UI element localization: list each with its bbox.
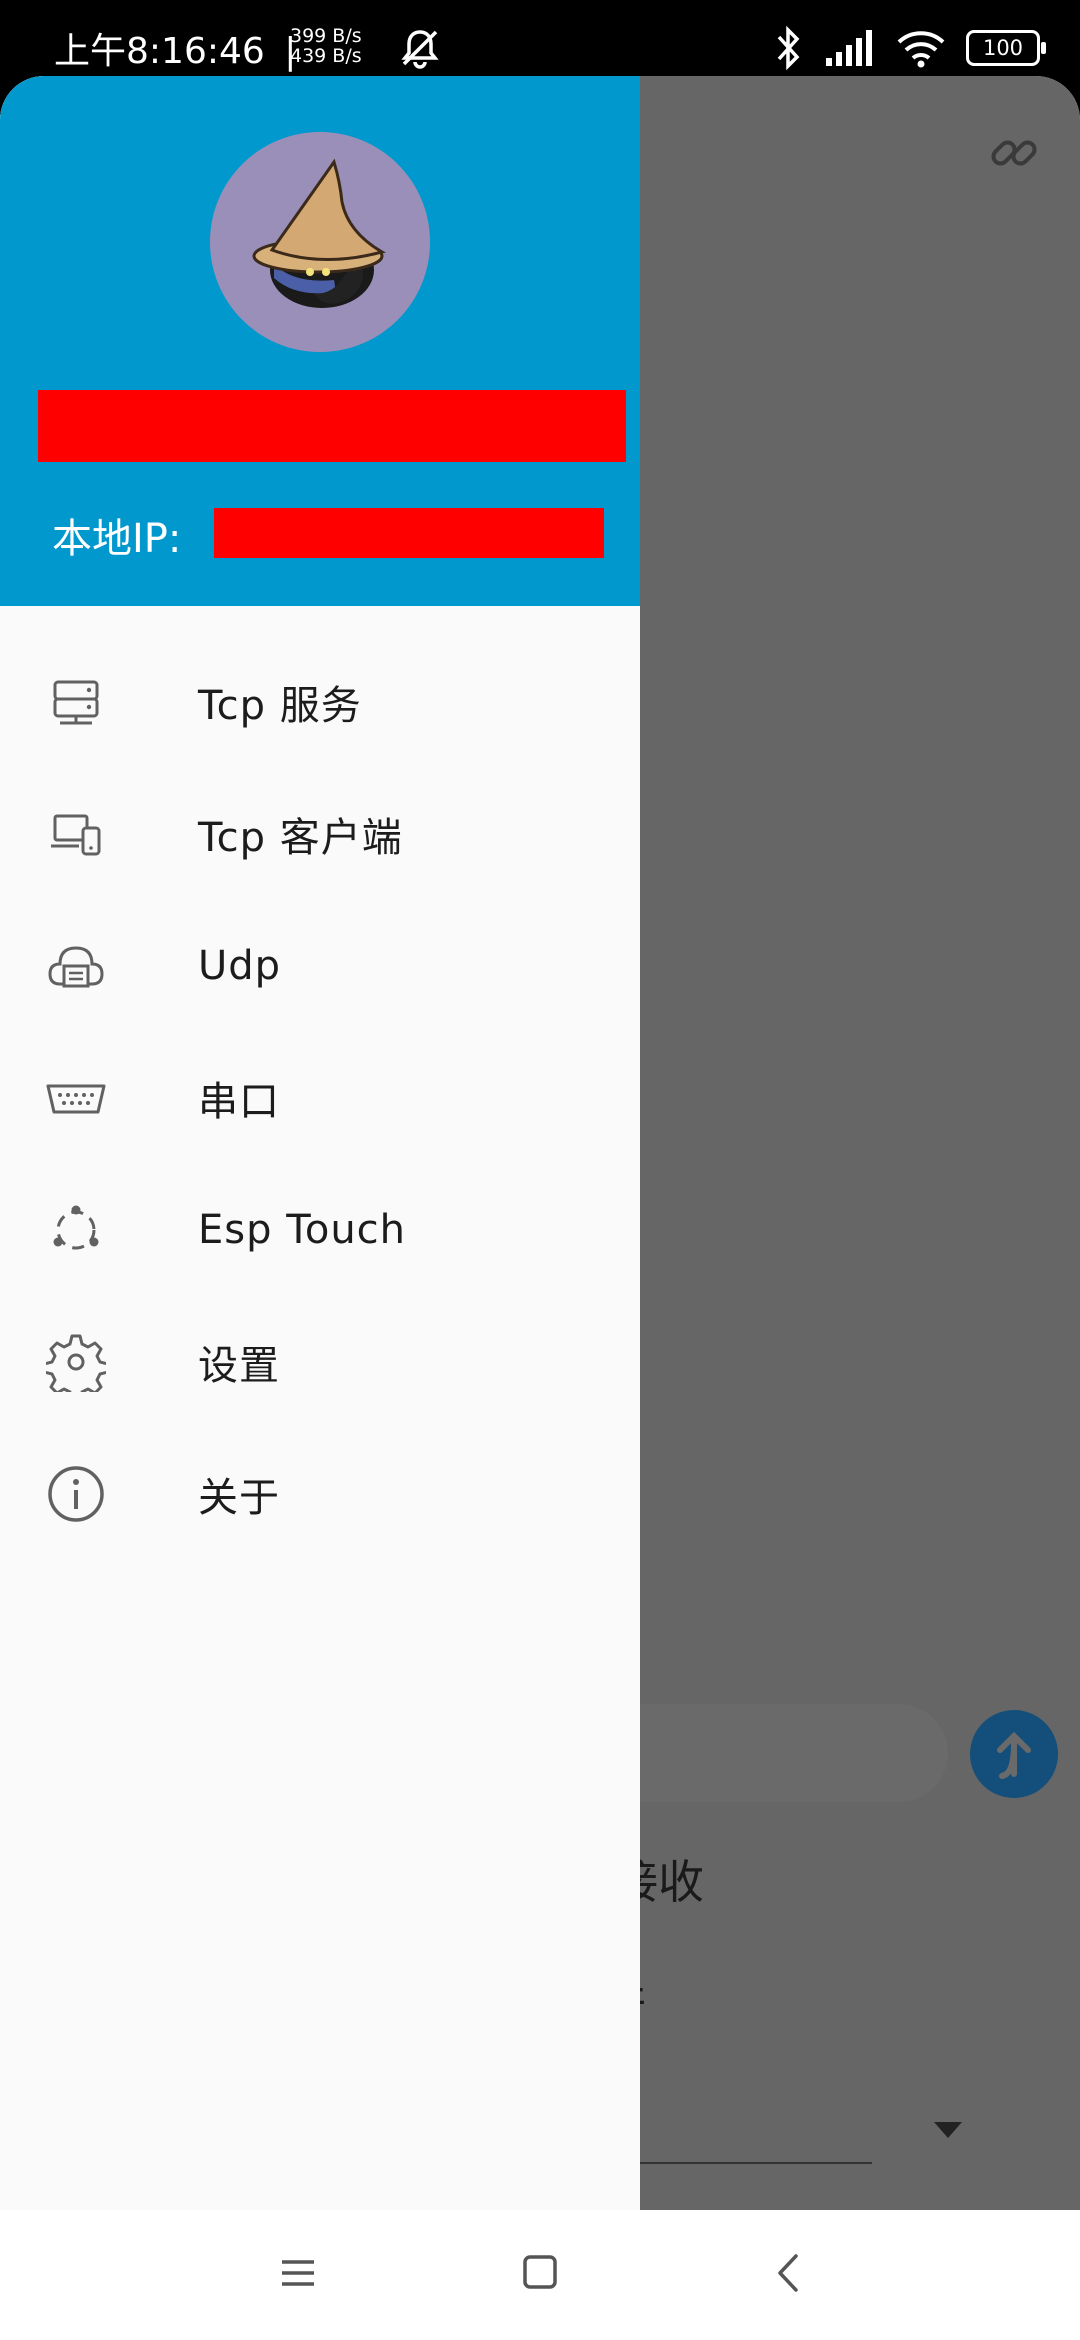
menu-item-tcp-server[interactable]: Tcp 服务 — [0, 636, 640, 768]
menu-icon[interactable] — [278, 2248, 318, 2298]
wizard-avatar-image — [210, 132, 430, 352]
menu-label-serial: 串口 — [198, 1079, 280, 1125]
select-underline — [600, 2162, 872, 2164]
signal-icon — [826, 30, 872, 66]
redacted-username — [38, 390, 626, 462]
printer-cloud-icon — [44, 934, 108, 998]
avatar[interactable] — [210, 132, 430, 352]
menu-item-settings[interactable]: 设置 — [0, 1296, 640, 1428]
status-icons: 100 — [774, 20, 1046, 76]
menu-label-tcp-server: Tcp 服务 — [198, 683, 362, 729]
network-speed: 399 B/s 439 B/s — [290, 26, 362, 66]
menu-label-about: 关于 — [198, 1475, 280, 1521]
gear-icon — [44, 1330, 108, 1394]
navigation-drawer: 本地IP: Tcp 服务 Tcp 客户端 Udp 串口 Esp Touch 设置… — [0, 76, 640, 2210]
drawer-menu: Tcp 服务 Tcp 客户端 Udp 串口 Esp Touch 设置 关于 — [0, 636, 640, 1560]
app-screen: 进制接收 行 本地IP: — [0, 76, 1080, 2210]
battery-level: 100 — [982, 36, 1024, 60]
serial-port-icon — [44, 1066, 108, 1130]
menu-label-esp-touch: Esp Touch — [198, 1207, 407, 1253]
link-off-icon[interactable] — [986, 126, 1042, 182]
menu-item-about[interactable]: 关于 — [0, 1428, 640, 1560]
bluetooth-icon — [777, 25, 800, 71]
battery-icon: 100 — [966, 30, 1046, 66]
menu-label-udp: Udp — [198, 943, 282, 989]
drawer-header: 本地IP: — [0, 76, 640, 606]
home-square-icon[interactable] — [520, 2248, 560, 2298]
system-navigation-bar — [0, 2210, 1080, 2340]
redacted-ip-value — [214, 508, 604, 558]
menu-item-serial[interactable]: 串口 — [0, 1032, 640, 1164]
dropdown-arrow-icon[interactable] — [934, 2122, 962, 2138]
drawer-scrim[interactable] — [640, 76, 1080, 2210]
menu-item-tcp-client[interactable]: Tcp 客户端 — [0, 768, 640, 900]
menu-item-esp-touch[interactable]: Esp Touch — [0, 1164, 640, 1296]
send-arrow-icon — [997, 1731, 1031, 1779]
speed-up: 399 B/s — [290, 25, 362, 47]
hub-icon — [44, 1198, 108, 1262]
wifi-icon — [897, 31, 945, 68]
menu-label-tcp-client: Tcp 客户端 — [198, 815, 403, 861]
server-icon — [44, 670, 108, 734]
menu-label-settings: 设置 — [198, 1343, 280, 1389]
devices-icon — [44, 802, 108, 866]
speed-down: 439 B/s — [290, 45, 362, 67]
send-button[interactable] — [970, 1710, 1058, 1798]
back-chevron-icon[interactable] — [768, 2248, 808, 2298]
mute-bell-icon — [401, 30, 439, 69]
local-ip-label: 本地IP: — [52, 516, 182, 562]
status-time: 上午8:16:46 | — [54, 31, 297, 72]
menu-item-udp[interactable]: Udp — [0, 900, 640, 1032]
info-icon — [44, 1462, 108, 1526]
